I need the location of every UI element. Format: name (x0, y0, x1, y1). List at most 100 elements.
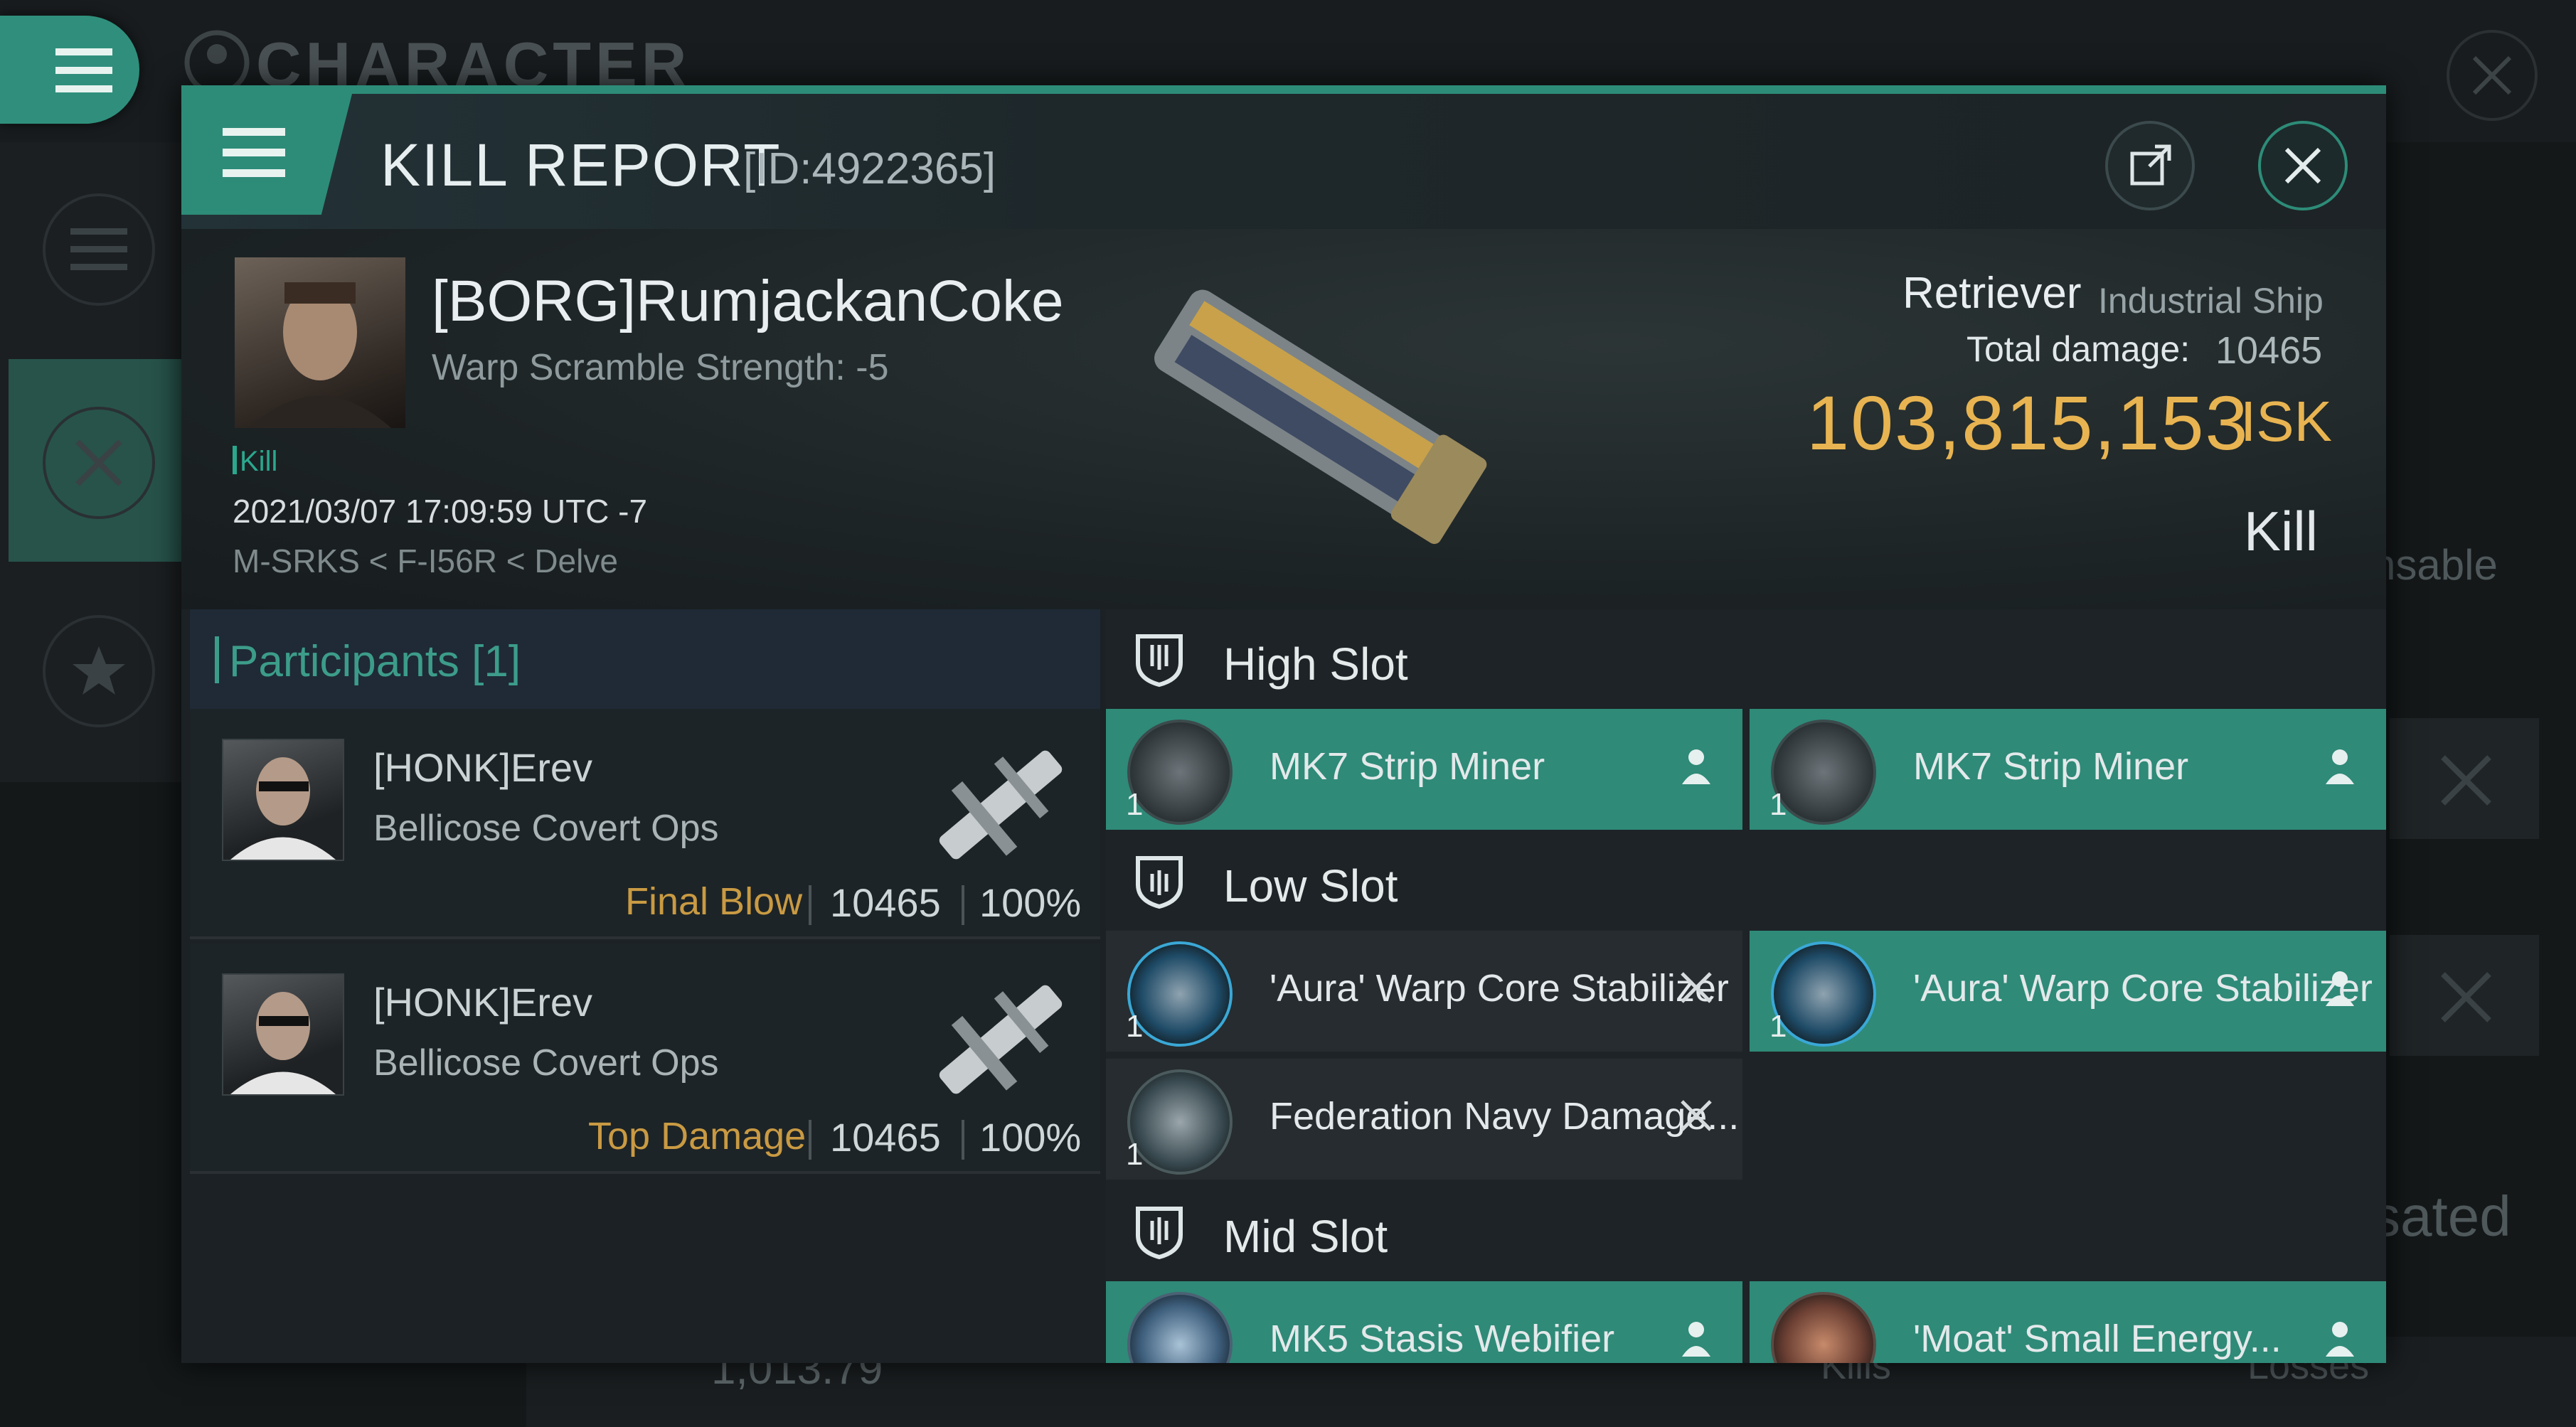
isk-unit: ISK (2240, 390, 2332, 453)
kill-result: Kill (2244, 500, 2319, 562)
background-tool-button[interactable] (2390, 718, 2539, 839)
module-quantity: 1 (1769, 787, 1787, 822)
participant-role: Final Blow (625, 880, 803, 923)
separator (962, 885, 964, 925)
share-icon (2130, 144, 2171, 186)
report-id: [ID:4922365] (743, 144, 996, 193)
kill-report-panel: KILL REPORT [ID:4922365] [BORG]Rumjackan… (181, 85, 2386, 1363)
participant-role: Top Damage (588, 1115, 807, 1158)
portrait-icon (230, 757, 336, 860)
person-icon (1682, 1322, 1710, 1357)
module-name: MK7 Strip Miner (1270, 745, 1545, 788)
sidebar-menu-button[interactable] (43, 193, 155, 306)
participant-avatar[interactable] (222, 973, 344, 1096)
participant-damage: 10465 (830, 880, 941, 925)
module-slot[interactable]: 1 MK7 Strip Miner (1750, 709, 2386, 830)
participant-avatar[interactable] (222, 739, 344, 861)
crossed-swords-icon (75, 439, 122, 486)
high-slot-title: High Slot (1223, 638, 1408, 690)
separator (809, 885, 811, 925)
module-quantity: 1 (1126, 1359, 1143, 1363)
panel-title: KILL REPORT (380, 132, 782, 198)
module-quantity: 1 (1126, 1009, 1144, 1044)
portrait-icon (230, 992, 336, 1094)
destroyed-x-icon (1681, 972, 1712, 1003)
participant-name: [HONK]Erev (373, 980, 593, 1025)
module-slot[interactable]: 1 Federation Navy Damage... (1106, 1059, 1742, 1180)
low-slot-title: Low Slot (1223, 860, 1398, 912)
hamburger-icon (223, 128, 285, 177)
mid-slot-header: Mid Slot (1106, 1182, 2386, 1281)
module-quantity: 1 (1769, 1009, 1787, 1044)
low-slot-header: Low Slot (1106, 831, 2386, 931)
participant-percent: 100% (979, 1115, 1082, 1160)
isk-value: 103,815,153 (1806, 380, 2250, 466)
ship-image (1154, 289, 1487, 545)
victim-section: [BORG]RumjackanCoke Warp Scramble Streng… (181, 229, 2386, 609)
close-button[interactable] (2258, 121, 2348, 210)
close-icon (2472, 55, 2512, 95)
total-damage-label: Total damage: (1966, 329, 2191, 369)
wrench-icon (2441, 755, 2491, 806)
sidebar-star-button[interactable] (43, 615, 155, 727)
header-accent-bar (215, 636, 219, 683)
star-icon (73, 646, 125, 695)
list-icon (70, 228, 127, 270)
slot-shield-icon (1136, 856, 1183, 909)
participant-percent: 100% (979, 880, 1082, 925)
background-text: nsable (2372, 541, 2498, 589)
participants-list: Participants [1] [HONK]Erev Bellicose Co… (190, 609, 1100, 1363)
participant-card[interactable]: [HONK]Erev Bellicose Covert Ops Final Bl… (190, 709, 1100, 939)
module-quantity: 1 (1126, 787, 1144, 822)
close-icon (2284, 147, 2321, 184)
kill-tag-bar (233, 446, 237, 474)
destroyed-x-icon (1681, 1100, 1712, 1131)
separator (809, 1120, 811, 1160)
module-name: Federation Navy Damage... (1270, 1095, 1740, 1138)
participant-card[interactable]: [HONK]Erev Bellicose Covert Ops Top Dama… (190, 944, 1100, 1174)
kill-tag: Kill (240, 446, 278, 477)
module-name: MK7 Strip Miner (1913, 745, 2189, 788)
person-icon (1682, 749, 1710, 784)
background-tool-button[interactable] (2390, 935, 2539, 1056)
participant-ship-image (939, 985, 1063, 1094)
module-quantity: 1 (1769, 1359, 1787, 1363)
ship-name[interactable]: Retriever (1902, 268, 2082, 319)
module-slot[interactable]: 1 'Aura' Warp Core Stabilizer (1106, 931, 1742, 1052)
fitting-slots: High Slot 1 MK7 Strip Miner 1 MK7 Strip … (1106, 609, 2386, 1363)
kill-location[interactable]: M-SRKS < F-I56R < Delve (233, 542, 618, 580)
background-menu-button[interactable] (0, 16, 139, 124)
person-icon (2326, 749, 2354, 784)
participants-title: Participants [1] (229, 637, 521, 686)
warp-scramble-strength: Warp Scramble Strength: -5 (432, 347, 889, 388)
mid-slot-title: Mid Slot (1223, 1211, 1388, 1262)
module-quantity: 1 (1126, 1137, 1144, 1172)
participant-name: [HONK]Erev (373, 745, 593, 790)
sidebar-combat-button[interactable] (43, 407, 155, 519)
participant-damage: 10465 (830, 1115, 941, 1160)
module-slot[interactable]: 1 MK7 Strip Miner (1106, 709, 1742, 830)
person-icon (2326, 971, 2354, 1006)
high-slot-header: High Slot (1106, 609, 2386, 709)
module-name: 'Aura' Warp Core Stabilizer (1270, 967, 1729, 1010)
module-name: 'Moat' Small Energy... (1913, 1318, 2282, 1360)
participants-header: Participants [1] (190, 609, 1100, 709)
portrait-icon (249, 282, 391, 428)
ship-class: Industrial Ship (2098, 281, 2324, 321)
module-name: MK5 Stasis Webifier (1270, 1318, 1615, 1360)
victim-name[interactable]: [BORG]RumjackanCoke (432, 268, 1064, 335)
background-text: sated (2372, 1185, 2511, 1248)
slot-shield-icon (1136, 634, 1183, 688)
energy-module-icon (1771, 1292, 1876, 1363)
module-slot[interactable]: 1 'Aura' Warp Core Stabilizer (1750, 931, 2386, 1052)
background-close-button[interactable] (2447, 30, 2538, 121)
victim-avatar[interactable] (235, 257, 405, 428)
total-damage-value: 10465 (2215, 329, 2323, 372)
participant-ship: Bellicose Covert Ops (373, 808, 719, 849)
module-slot[interactable]: 1 MK5 Stasis Webifier (1106, 1281, 1742, 1363)
share-button[interactable] (2105, 121, 2195, 210)
slot-shield-icon (1136, 1207, 1183, 1260)
stasis-webifier-icon (1127, 1292, 1233, 1363)
participant-ship-image (939, 750, 1063, 860)
module-slot[interactable]: 1 'Moat' Small Energy... (1750, 1281, 2386, 1363)
